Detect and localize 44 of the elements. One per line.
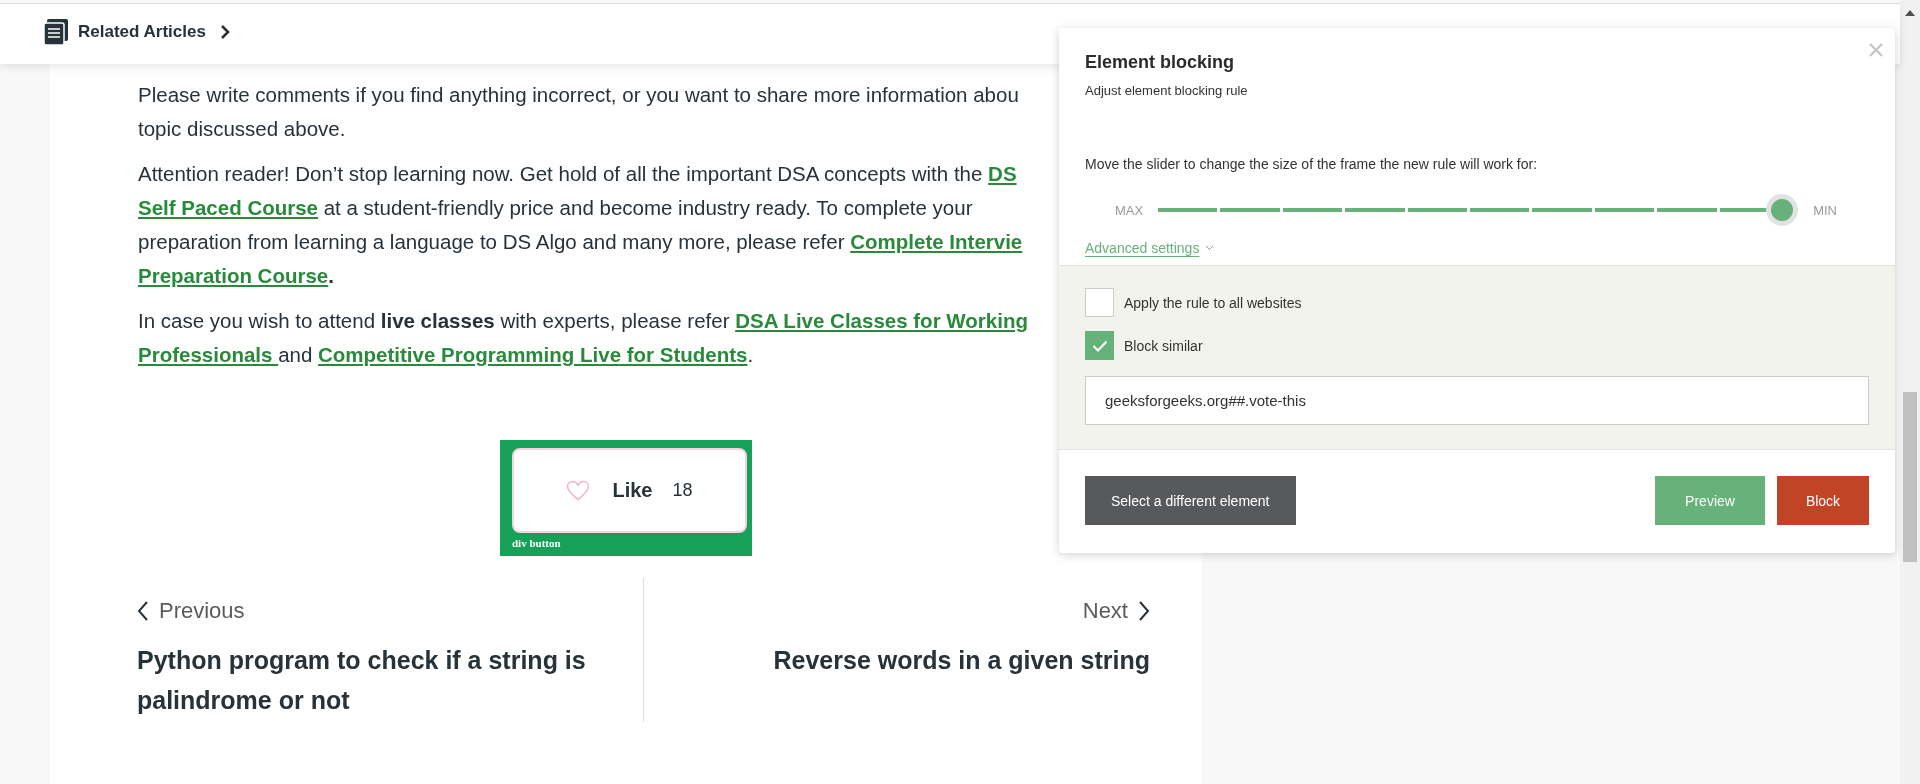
chevron-right-icon bbox=[1138, 600, 1150, 622]
next-link[interactable]: Next bbox=[1082, 598, 1150, 624]
article-link[interactable]: Preparation Course bbox=[138, 264, 329, 287]
scroll-up-icon[interactable] bbox=[1905, 10, 1915, 16]
article-paragraph: Please write comments if you find anything incorrect, or you want to share more information abou topic discussed above. bbox=[138, 82, 1019, 142]
article-link[interactable]: Self Paced Course bbox=[138, 196, 318, 219]
article-paragraph: In case you wish to attend live classes with experts, please refer DSA Live Classes for Working Professionals and Competitive Programming Live for Students. bbox=[138, 308, 1028, 368]
article-title-link[interactable]: Reverse words in a given string bbox=[650, 640, 1150, 680]
slider-hint: Move the slider to change the size of the frame the new rule will work for: bbox=[1085, 156, 1539, 172]
article-paragraph: Attention reader! Don’t stop learning now. Get hold of all the important DSA concepts with the DS Self Paced Course at a student-friendly price and become industry ready. To complete your preparation from learning a language to DS Algo and many more, please refer Complete Intervie Preparation Course. bbox=[138, 161, 1023, 289]
article-link[interactable]: Complete Intervie bbox=[850, 230, 1023, 253]
dialog-title: Element blocking bbox=[1085, 52, 1236, 73]
checkbox[interactable] bbox=[1085, 288, 1114, 317]
frame-size-slider[interactable] bbox=[1158, 194, 1799, 226]
slider-thumb[interactable] bbox=[1766, 194, 1799, 226]
article-link[interactable]: DSA Live Classes for Working bbox=[735, 309, 1028, 332]
dialog-subtitle: Adjust element blocking rule bbox=[1085, 83, 1249, 98]
rule-input-field[interactable]: geeksforgeeks.org##.vote-this bbox=[1085, 376, 1869, 425]
heart-icon bbox=[566, 480, 591, 501]
article-link[interactable]: Competitive Programming Live for Students bbox=[318, 343, 748, 366]
slider-label: MAX bbox=[1115, 202, 1144, 218]
like-button[interactable]: Like 18 bbox=[512, 448, 747, 533]
chevron-right-icon bbox=[219, 24, 230, 40]
chevron-down-icon bbox=[1205, 245, 1215, 251]
close-button[interactable] bbox=[1869, 43, 1883, 57]
block-button[interactable]: Block bbox=[1777, 476, 1869, 525]
check-icon bbox=[1091, 339, 1108, 352]
checkbox-label: Block similar bbox=[1124, 337, 1203, 354]
slider-label: MIN bbox=[1813, 202, 1837, 218]
article-link[interactable]: Professionals bbox=[138, 343, 279, 366]
advanced-settings-link[interactable]: Advanced settings bbox=[1085, 240, 1215, 256]
related-articles-link[interactable]: Related Articles bbox=[78, 22, 230, 42]
checkbox[interactable] bbox=[1085, 331, 1114, 360]
select-element-button[interactable]: Select a different element bbox=[1085, 476, 1296, 525]
checkbox-label: Apply the rule to all websites bbox=[1124, 294, 1302, 311]
article-link[interactable]: DS bbox=[988, 162, 1017, 185]
close-icon bbox=[1869, 43, 1883, 57]
articles-icon bbox=[44, 19, 68, 45]
preview-button[interactable]: Preview bbox=[1655, 476, 1765, 525]
previous-link[interactable]: Previous bbox=[137, 598, 643, 624]
scrollbar-thumb[interactable] bbox=[1903, 392, 1917, 562]
element-tag: div button bbox=[512, 537, 561, 549]
chevron-left-icon bbox=[137, 600, 149, 622]
article-title-link[interactable]: Python program to check if a string is palindrome or not bbox=[137, 640, 637, 720]
